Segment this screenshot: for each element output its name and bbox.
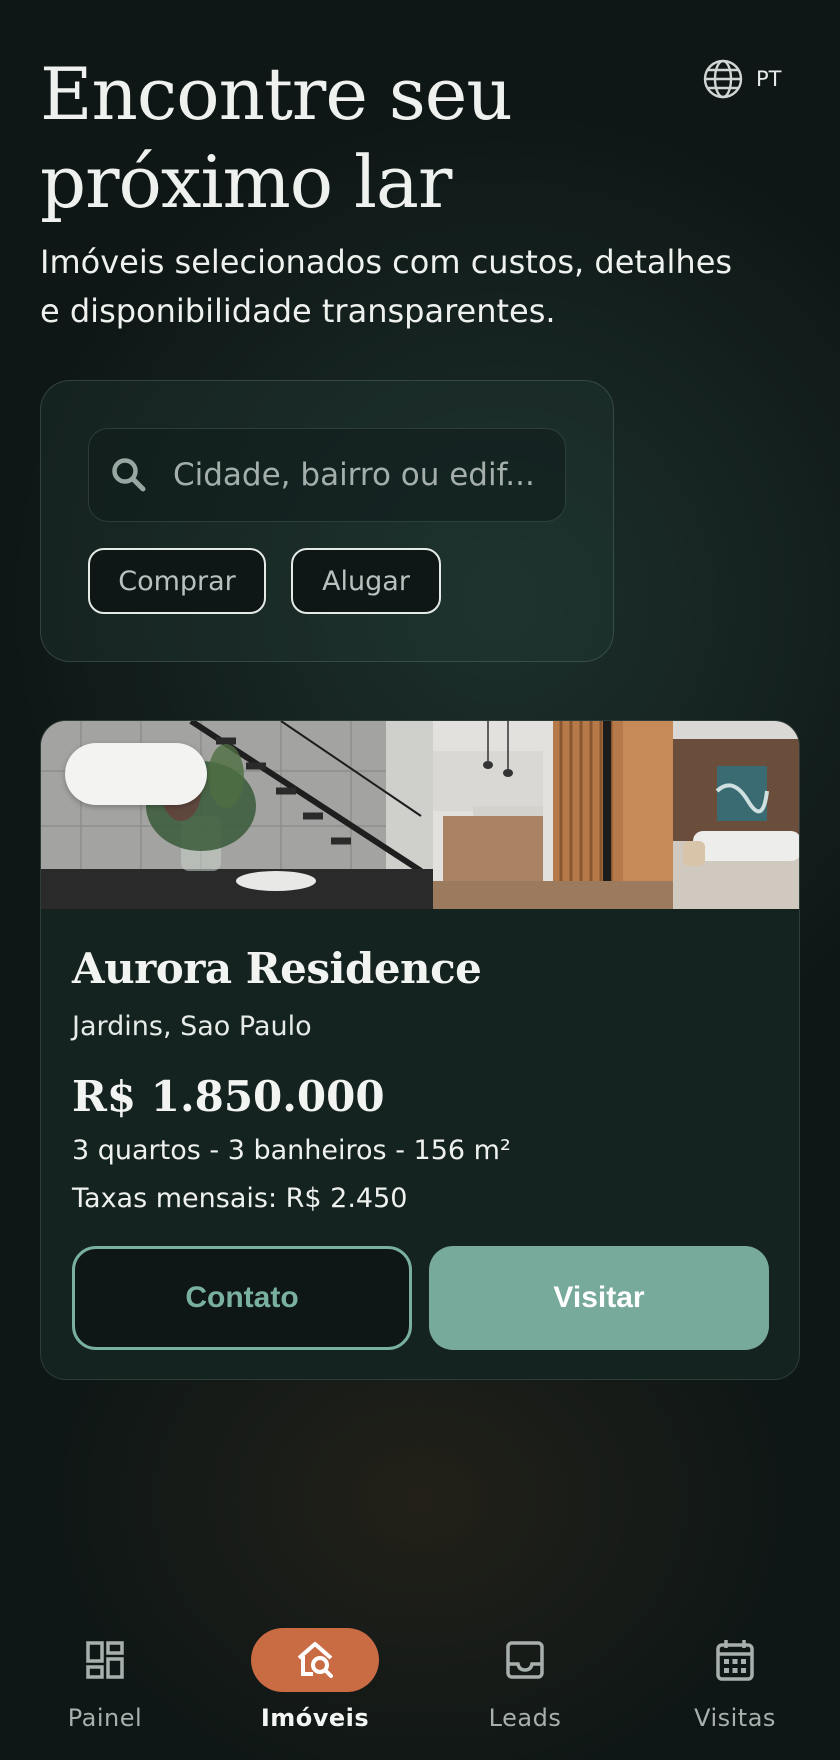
nav-label-visitas: Visitas (694, 1704, 776, 1732)
property-gallery[interactable] (41, 721, 799, 909)
search-panel: Comprar Alugar (40, 380, 614, 662)
property-price: R$ 1.850.000 (72, 1072, 385, 1121)
search-icon (109, 455, 149, 495)
property-card[interactable]: Aurora Residence Jardins, Sao Paulo R$ 1… (40, 720, 800, 1380)
nav-label-painel: Painel (67, 1704, 143, 1732)
property-specs: 3 quartos - 3 banheiros - 156 m² (72, 1135, 511, 1166)
property-photo-lounge (673, 721, 799, 909)
nav-item-visitas[interactable]: Visitas (635, 1620, 835, 1740)
contact-button[interactable]: Contato (72, 1246, 412, 1350)
calendar-icon (671, 1628, 799, 1692)
nav-item-imoveis[interactable]: Imóveis (215, 1620, 415, 1740)
language-selector[interactable]: PT (702, 58, 782, 100)
language-label: PT (756, 67, 782, 91)
search-input[interactable] (171, 456, 555, 494)
filter-rent-button[interactable]: Alugar (291, 548, 441, 614)
bottom-navigation: Painel Imóveis Leads Visitas (0, 1620, 840, 1760)
property-photo-kitchen (433, 721, 673, 909)
nav-label-imoveis: Imóveis (260, 1704, 370, 1732)
filter-buy-button[interactable]: Comprar (88, 548, 266, 614)
schedule-visit-button[interactable]: Visitar (429, 1246, 769, 1350)
featured-badge (65, 743, 207, 805)
home-search-icon (251, 1628, 379, 1692)
page-subtitle: Imóveis selecionados com custos, detalhe… (40, 243, 733, 330)
property-fees: Taxas mensais: R$ 2.450 (72, 1183, 408, 1214)
page-title: Encontre seu próximo lar (40, 52, 513, 224)
search-box[interactable] (88, 428, 566, 522)
dashboard-icon (41, 1628, 169, 1692)
nav-label-leads: Leads (488, 1704, 562, 1732)
globe-icon (702, 58, 744, 100)
property-name[interactable]: Aurora Residence (72, 943, 482, 995)
inbox-icon (461, 1628, 589, 1692)
property-location: Jardins, Sao Paulo (72, 1011, 312, 1042)
nav-item-leads[interactable]: Leads (425, 1620, 625, 1740)
nav-item-painel[interactable]: Painel (5, 1620, 205, 1740)
